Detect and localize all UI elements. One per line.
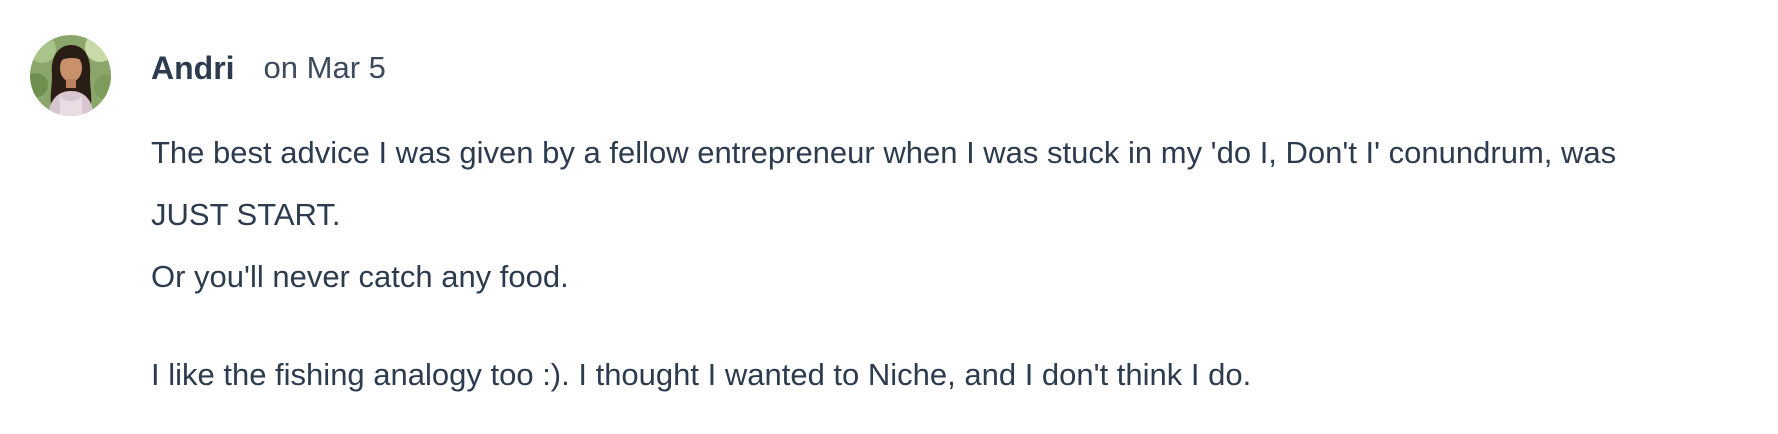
comment-card: Andri on Mar 5 The best advice I was giv… <box>0 0 1778 434</box>
author-name[interactable]: Andri <box>151 50 235 87</box>
avatar[interactable] <box>30 35 111 116</box>
comment-body: The best advice I was given by a fellow … <box>151 122 1751 406</box>
comment-header: Andri on Mar 5 <box>151 46 386 90</box>
comment-text-line: Or you'll never catch any food. <box>151 259 569 294</box>
comment-text-line: JUST START. <box>151 197 341 232</box>
comment-text-line: The best advice I was given by a fellow … <box>151 135 1617 170</box>
comment-date: on Mar 5 <box>263 50 386 85</box>
comment-text-line: I like the fishing analogy too :). I tho… <box>151 357 1252 392</box>
user-avatar-icon <box>30 35 111 116</box>
